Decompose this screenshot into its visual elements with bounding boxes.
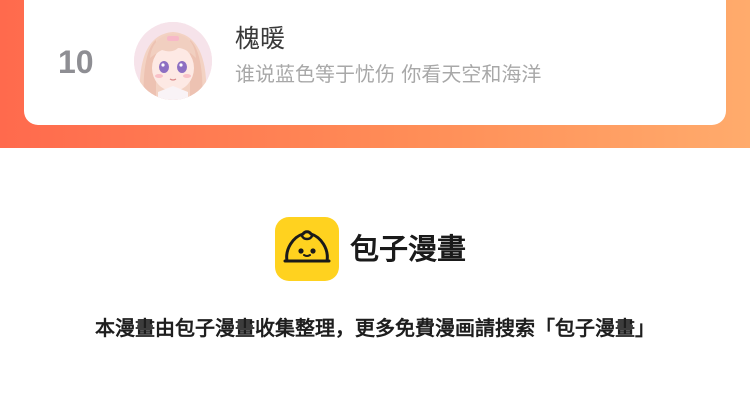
source-notice: 本漫畫由包子漫畫收集整理，更多免費漫画請搜索「包子漫畫」 <box>95 316 655 340</box>
brand-name: 包子漫畫 <box>350 232 467 266</box>
ranking-list-item[interactable]: 10 槐暖 谁说蓝色等于忧伤 你看天空和海洋 <box>24 0 726 125</box>
avatar[interactable] <box>134 22 212 100</box>
page: 10 槐暖 谁说蓝色等于忧伤 你看天空和海洋 包子漫畫 本漫畫由包子漫畫收集整理… <box>0 0 750 414</box>
avatar-illustration <box>134 22 212 100</box>
rank-number: 10 <box>58 44 94 80</box>
steamed-bun-icon <box>275 217 339 281</box>
brand-row: 包子漫畫 <box>275 217 466 281</box>
user-bio: 谁说蓝色等于忧伤 你看天空和海洋 <box>235 62 542 86</box>
user-name: 槐暖 <box>235 24 286 53</box>
